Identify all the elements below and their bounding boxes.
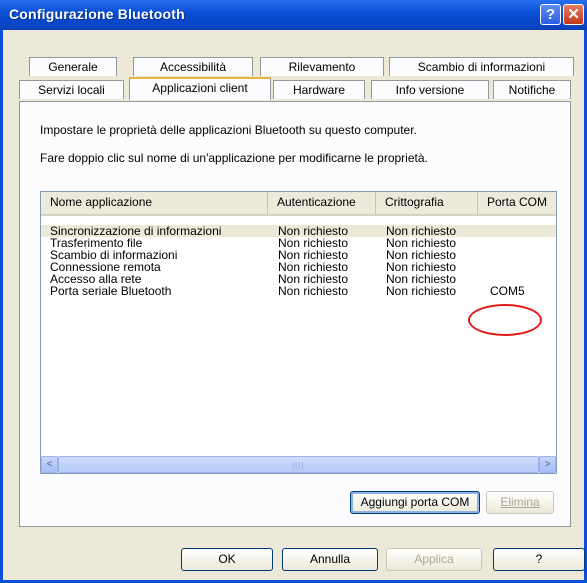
tab-info-versione[interactable]: Info versione: [371, 80, 489, 99]
tab-applicazioni-client[interactable]: Applicazioni client: [129, 77, 271, 100]
remove-button[interactable]: Elimina: [486, 491, 554, 514]
tab-generale[interactable]: Generale: [29, 57, 117, 76]
tab-servizi-locali[interactable]: Servizi locali: [19, 80, 124, 99]
apply-label: Applica: [414, 552, 454, 566]
tab-label: Info versione: [395, 83, 465, 97]
tab-label: Accessibilità: [159, 60, 227, 74]
table-row[interactable]: Porta seriale Bluetooth Non richiesto No…: [41, 285, 556, 297]
cell-crypto: Non richiesto: [386, 284, 457, 298]
tab-label: Servizi locali: [38, 83, 105, 97]
bluetooth-config-window: Configurazione Bluetooth ? ✕ Generale Ac…: [0, 0, 587, 583]
tab-label: Generale: [48, 60, 98, 74]
description-text-1: Impostare le proprietà delle applicazion…: [40, 123, 417, 137]
scroll-right-glyph: >: [544, 459, 551, 470]
scrollbar-thumb[interactable]: ||||: [58, 456, 539, 473]
description-text-2: Fare doppio clic sul nome di un'applicaz…: [40, 151, 428, 165]
close-button[interactable]: ✕: [563, 4, 584, 25]
cancel-label: Annulla: [309, 552, 351, 566]
scroll-right-icon[interactable]: >: [539, 456, 556, 473]
column-header-porta-com[interactable]: Porta COM: [478, 192, 556, 214]
tab-label: Notifiche: [508, 83, 556, 97]
apply-button[interactable]: Applica: [386, 548, 482, 571]
cell-auth: Non richiesto: [278, 284, 349, 298]
cell-name: Porta seriale Bluetooth: [50, 284, 172, 298]
ok-label: OK: [218, 552, 236, 566]
help-button[interactable]: ?: [493, 548, 585, 571]
scroll-left-glyph: <: [46, 459, 53, 470]
help-title-button[interactable]: ?: [540, 4, 561, 25]
tab-hardware[interactable]: Hardware: [273, 80, 365, 99]
tab-label: Rilevamento: [288, 60, 356, 74]
com5-highlight-annotation: [468, 304, 542, 336]
add-com-port-button[interactable]: Aggiungi porta COM: [350, 491, 480, 514]
help-label: ?: [535, 552, 543, 566]
cancel-button[interactable]: Annulla: [282, 548, 378, 571]
list-header: Nome applicazione Autenticazione Crittog…: [41, 192, 556, 216]
title-bar[interactable]: Configurazione Bluetooth ? ✕: [0, 0, 587, 30]
ok-button[interactable]: OK: [181, 548, 273, 571]
tab-scambio-informazioni[interactable]: Scambio di informazioni: [389, 57, 574, 76]
applications-list[interactable]: Nome applicazione Autenticazione Crittog…: [40, 191, 557, 474]
remove-label: Elimina: [500, 495, 540, 509]
tab-rilevamento[interactable]: Rilevamento: [260, 57, 384, 76]
column-header-nome[interactable]: Nome applicazione: [41, 192, 268, 214]
tab-label: Applicazioni client: [152, 81, 248, 95]
tab-notifiche[interactable]: Notifiche: [493, 80, 571, 99]
scroll-left-icon[interactable]: <: [41, 456, 58, 473]
window-title: Configurazione Bluetooth: [9, 6, 185, 22]
horizontal-scrollbar[interactable]: < |||| >: [41, 456, 556, 473]
column-header-autenticazione[interactable]: Autenticazione: [268, 192, 376, 214]
add-com-port-label: Aggiungi porta COM: [360, 495, 470, 509]
column-header-crittografia[interactable]: Crittografia: [376, 192, 478, 214]
tab-accessibilita[interactable]: Accessibilità: [133, 57, 253, 76]
tab-label: Hardware: [292, 83, 346, 97]
cell-com-value: COM5: [490, 284, 525, 298]
help-icon: ?: [545, 6, 556, 23]
close-icon: ✕: [567, 6, 580, 23]
tab-label: Scambio di informazioni: [417, 60, 546, 74]
grip-icon: ||||: [292, 461, 305, 470]
